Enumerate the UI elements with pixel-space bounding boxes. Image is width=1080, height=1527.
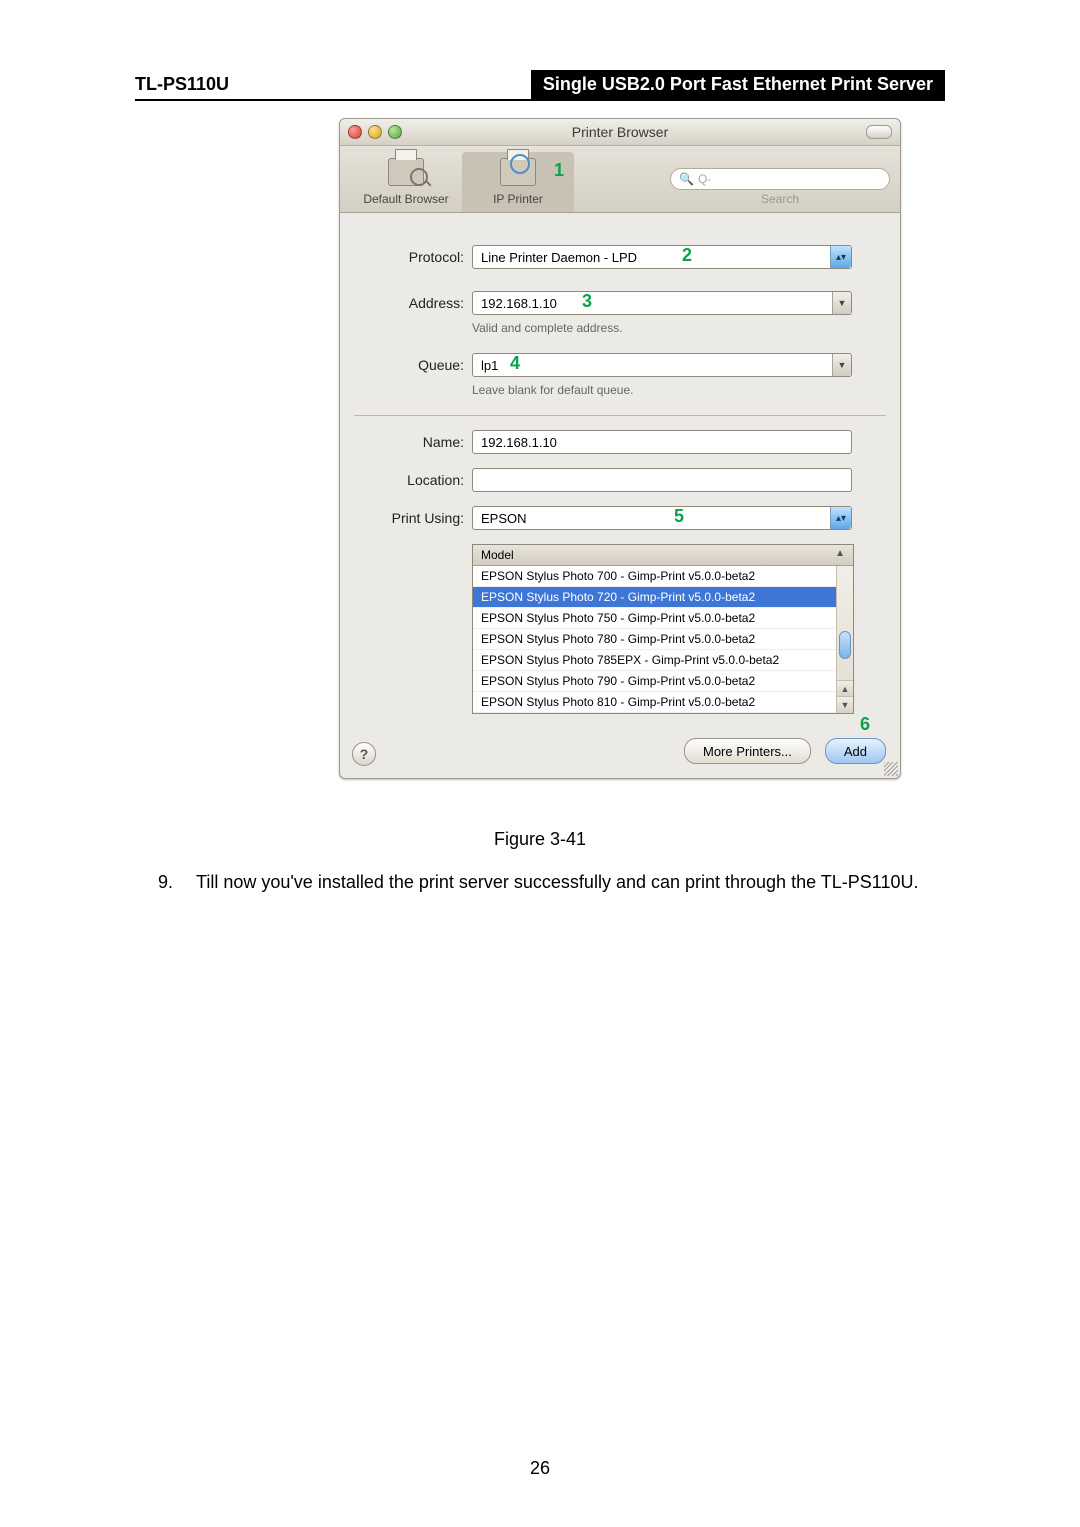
callout-2: 2 (682, 245, 692, 266)
callout-1: 1 (554, 160, 564, 181)
model-item[interactable]: EPSON Stylus Photo 780 - Gimp-Print v5.0… (473, 629, 853, 650)
printer-browser-window: Printer Browser Default Browser IP Print… (339, 118, 901, 779)
name-input[interactable] (473, 435, 851, 450)
print-using-label: Print Using: (354, 510, 472, 526)
model-item[interactable]: EPSON Stylus Photo 785EPX - Gimp-Print v… (473, 650, 853, 671)
select-arrow-icon: ▴▾ (830, 507, 851, 529)
dialog-footer: 6 More Printers... Add (340, 728, 900, 778)
sort-arrow-icon[interactable]: ▲ (835, 548, 845, 562)
window-titlebar[interactable]: Printer Browser (340, 119, 900, 146)
name-label: Name: (354, 434, 472, 450)
queue-input[interactable] (473, 358, 832, 373)
model-item[interactable]: EPSON Stylus Photo 700 - Gimp-Print v5.0… (473, 566, 853, 587)
callout-4: 4 (510, 353, 520, 374)
model-item[interactable]: EPSON Stylus Photo 750 - Gimp-Print v5.0… (473, 608, 853, 629)
model-list[interactable]: Model ▲ EPSON Stylus Photo 700 - Gimp-Pr… (472, 544, 854, 714)
scrollbar-thumb[interactable] (839, 631, 851, 659)
address-hint: Valid and complete address. (472, 321, 886, 335)
doc-header: TL-PS110U Single USB2.0 Port Fast Ethern… (135, 70, 945, 101)
search-input[interactable]: 🔍 Q- (670, 168, 890, 190)
callout-3: 3 (582, 291, 592, 312)
scroll-down-icon[interactable]: ▼ (837, 696, 853, 713)
address-label: Address: (354, 295, 472, 311)
location-label: Location: (354, 472, 472, 488)
print-using-value: EPSON (473, 511, 830, 526)
location-field[interactable] (472, 468, 852, 492)
search-icon: 🔍 (679, 172, 694, 186)
queue-field[interactable]: ▼ (472, 353, 852, 377)
callout-6: 6 (860, 714, 870, 735)
more-printers-button[interactable]: More Printers... (684, 738, 811, 764)
body-text: Till now you've installed the print serv… (196, 872, 918, 893)
toolbar-search: 🔍 Q- Search (670, 168, 890, 212)
scrollbar[interactable]: ▲ ▼ (836, 566, 853, 713)
form-pane: Protocol: Line Printer Daemon - LPD ▴▾ 2… (340, 213, 900, 728)
search-placeholder: Q- (698, 172, 711, 186)
model-list-header: Model (481, 548, 514, 562)
callout-5: 5 (674, 506, 684, 527)
separator (354, 415, 886, 416)
model-item[interactable]: EPSON Stylus Photo 790 - Gimp-Print v5.0… (473, 671, 853, 692)
default-browser-label: Default Browser (350, 192, 462, 206)
add-button[interactable]: Add (825, 738, 886, 764)
toolbar: Default Browser IP Printer 1 🔍 Q- Search (340, 146, 900, 213)
print-using-select[interactable]: EPSON ▴▾ (472, 506, 852, 530)
combo-arrow-icon[interactable]: ▼ (832, 354, 851, 376)
scroll-up-icon[interactable]: ▲ (837, 680, 853, 697)
toolbar-toggle-icon[interactable] (866, 125, 892, 139)
select-arrow-icon: ▴▾ (830, 246, 851, 268)
name-field[interactable] (472, 430, 852, 454)
page-number: 26 (0, 1458, 1080, 1479)
doc-title: Single USB2.0 Port Fast Ethernet Print S… (531, 70, 945, 99)
queue-hint: Leave blank for default queue. (472, 383, 886, 397)
body-paragraph: 9. Till now you've installed the print s… (158, 872, 958, 893)
model-item[interactable]: EPSON Stylus Photo 810 - Gimp-Print v5.0… (473, 692, 853, 713)
ip-printer-tab[interactable]: IP Printer 1 (462, 152, 574, 212)
protocol-select[interactable]: Line Printer Daemon - LPD ▴▾ (472, 245, 852, 269)
search-label: Search (670, 192, 890, 206)
default-browser-tab[interactable]: Default Browser (350, 152, 462, 212)
queue-label: Queue: (354, 357, 472, 373)
ip-printer-label: IP Printer (462, 192, 574, 206)
resize-grip-icon[interactable] (884, 762, 898, 776)
window-title: Printer Browser (340, 124, 900, 140)
figure-caption: Figure 3-41 (0, 829, 1080, 850)
list-number: 9. (158, 872, 196, 893)
model-item[interactable]: EPSON Stylus Photo 720 - Gimp-Print v5.0… (473, 587, 853, 608)
protocol-label: Protocol: (354, 249, 472, 265)
help-button[interactable]: ? (352, 742, 376, 766)
location-input[interactable] (473, 473, 851, 488)
address-field[interactable]: ▼ (472, 291, 852, 315)
model-label: TL-PS110U (135, 70, 239, 99)
combo-arrow-icon[interactable]: ▼ (832, 292, 851, 314)
address-input[interactable] (473, 296, 832, 311)
protocol-value: Line Printer Daemon - LPD (473, 250, 830, 265)
